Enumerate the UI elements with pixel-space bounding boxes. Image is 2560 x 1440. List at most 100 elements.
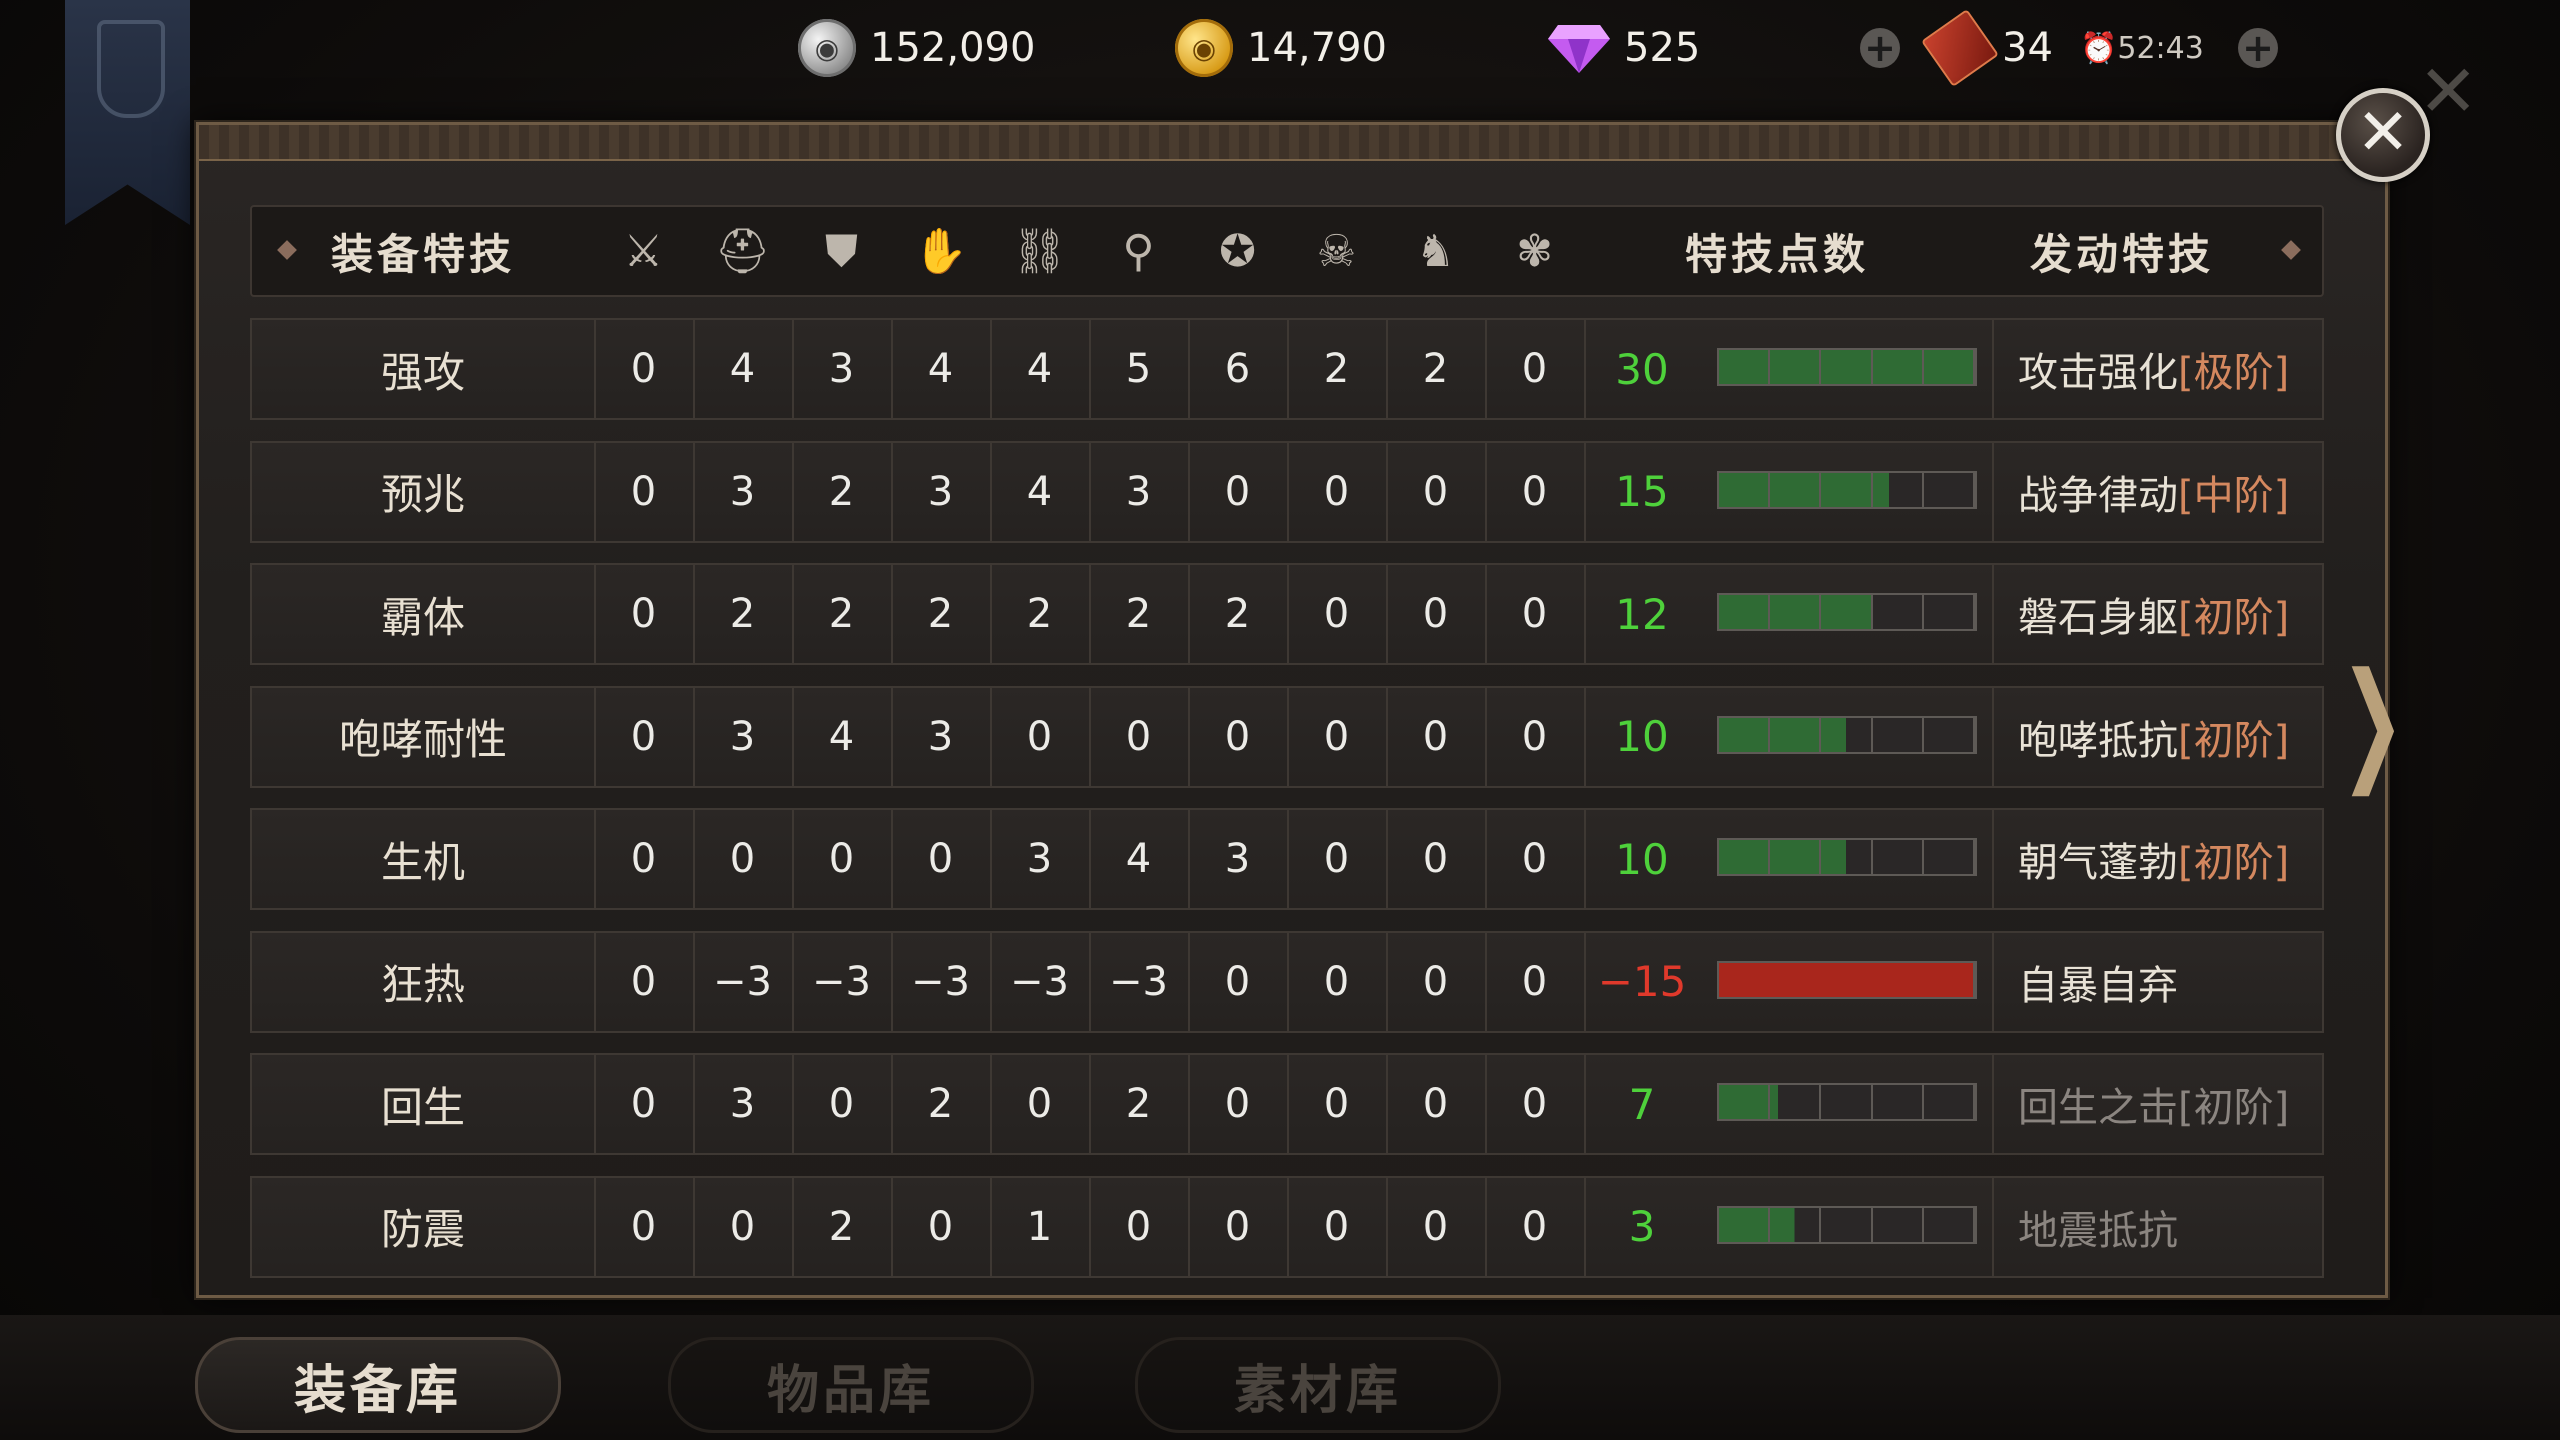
- helmet-icon: ⛑: [714, 226, 771, 277]
- activated-skill: 回生之击 [初阶]: [1992, 1055, 2322, 1153]
- activated-skill-tier: [中阶]: [2178, 472, 2290, 519]
- bar-segment: [1923, 1207, 1975, 1242]
- add-gems-button[interactable]: +: [1860, 18, 1900, 78]
- activated-skill-name: 战争律动: [2018, 472, 2178, 519]
- chest-armor-icon: ⛊: [825, 225, 858, 277]
- bar-segment: [1923, 1085, 1975, 1119]
- bar-segment: [1872, 595, 1924, 629]
- bar-segment: [1719, 840, 1771, 874]
- activated-skill: 地震抵抗: [1992, 1177, 2322, 1276]
- bar-segment: [1770, 1207, 1822, 1242]
- activated-skill-name: 磐石身躯: [2018, 595, 2178, 641]
- bar-segment: [1821, 1207, 1873, 1242]
- background-close-icon: ✕: [2418, 49, 2479, 133]
- skill-points-total: 3: [1628, 1202, 1656, 1251]
- slot-value: 3: [693, 687, 794, 786]
- table-row[interactable]: 霸体 0 2 2 2 2 2 2 0 0 0 12 磐石身躯 [初阶]: [250, 563, 2324, 665]
- slot-value: 0: [693, 1177, 794, 1276]
- slot-value: 3: [792, 320, 893, 418]
- skill-level-bar: [1717, 838, 1977, 876]
- skill-points-total: 7: [1628, 1079, 1656, 1129]
- leg-armor-icon: ⚲: [1122, 225, 1155, 277]
- slot-value: 4: [1089, 810, 1190, 908]
- slot-value: 0: [1287, 810, 1388, 908]
- slot-value: 0: [1386, 1177, 1487, 1276]
- ticket-currency: 34: [1921, 9, 2053, 87]
- slot-value: 0: [594, 1177, 695, 1276]
- tab-material-box[interactable]: 素材库: [1135, 1337, 1501, 1433]
- tab-item-box[interactable]: 物品库: [668, 1337, 1034, 1433]
- add-tickets-button[interactable]: +: [2238, 18, 2278, 78]
- slot-value: 0: [1188, 442, 1289, 541]
- table-row[interactable]: 生机 0 0 0 0 3 4 3 0 0 0 10 朝气蓬勃 [初阶]: [250, 808, 2324, 910]
- slot-value: 0: [792, 810, 893, 908]
- slot-value: 3: [1089, 442, 1190, 541]
- close-button[interactable]: ✕: [2336, 88, 2430, 182]
- slot-value: 4: [792, 687, 893, 786]
- bar-segment: [1872, 350, 1924, 384]
- slot-value: 0: [1287, 565, 1388, 663]
- next-page-arrow-icon[interactable]: ❯: [2340, 655, 2405, 785]
- activated-skill: 朝气蓬勃 [初阶]: [1992, 810, 2322, 908]
- bar-segment: [1770, 717, 1822, 752]
- slot-value: 0: [1386, 810, 1487, 908]
- table-row[interactable]: 防震 0 0 2 0 1 0 0 0 0 0 3 地震抵抗: [250, 1175, 2324, 1278]
- slot-value: 2: [792, 565, 893, 663]
- table-row[interactable]: 强攻 0 4 3 4 4 5 6 2 2 0 30 攻击强化 [极阶]: [250, 318, 2324, 420]
- charm-icon: ✪: [1219, 225, 1256, 277]
- bar-segment: [1923, 595, 1975, 629]
- skill-name: 咆哮耐性: [252, 687, 596, 786]
- bar-segment: [1872, 1085, 1924, 1119]
- slot-value: 0: [1089, 687, 1190, 786]
- skill-name: 生机: [252, 810, 596, 908]
- bar-segment: [1821, 472, 1873, 507]
- slot-value: 4: [990, 320, 1091, 418]
- table-row[interactable]: 狂热 0 −3 −3 −3 −3 −3 0 0 0 0 −15 自暴自弃: [250, 930, 2324, 1033]
- silver-amount: 152,090: [870, 25, 1036, 71]
- slot-value: −3: [792, 932, 893, 1031]
- bar-segment: [1719, 717, 1771, 752]
- tab-equipment-box[interactable]: 装备库: [195, 1337, 561, 1433]
- gold-coin-icon: ◉: [1175, 19, 1233, 77]
- ticket-timer: ⏰ 52:43: [2080, 18, 2204, 78]
- timer-value: 52:43: [2117, 30, 2204, 66]
- activated-skill-name: 攻击强化: [2018, 350, 2178, 396]
- slot-value: 0: [1287, 687, 1388, 786]
- table-row[interactable]: 预兆 0 3 2 3 4 3 0 0 0 0 15 战争律动 [中阶]: [250, 440, 2324, 543]
- activated-skill-name: 地震抵抗: [2018, 1207, 2178, 1254]
- activated-skill-tier: [初阶]: [2178, 1085, 2290, 1131]
- diamond-gem-icon: [1548, 25, 1610, 73]
- activated-skill: 战争律动 [中阶]: [1992, 442, 2322, 541]
- slot-value: 2: [1089, 565, 1190, 663]
- slot-value: 0: [1485, 1055, 1586, 1153]
- skill-points-total: −15: [1597, 957, 1687, 1006]
- activated-skill: 攻击强化 [极阶]: [1992, 320, 2322, 418]
- slot-value: 0: [594, 1055, 695, 1153]
- table-row[interactable]: 回生 0 3 0 2 0 2 0 0 0 0 7 回生之击 [初阶]: [250, 1053, 2324, 1155]
- skill-points-total: 10: [1615, 834, 1669, 884]
- bar-segment: [1719, 350, 1771, 384]
- table-row[interactable]: 咆哮耐性 0 3 4 3 0 0 0 0 0 0 10 咆哮抵抗 [初阶]: [250, 685, 2324, 788]
- slot-value: 1: [990, 1177, 1091, 1276]
- slot-value: 3: [891, 687, 992, 786]
- gem-currency: 525: [1548, 18, 1700, 78]
- slot-value: 0: [594, 687, 695, 786]
- skill-points-total: 10: [1615, 712, 1669, 761]
- slot-value: 0: [990, 687, 1091, 786]
- activated-skill: 自暴自弃: [1992, 932, 2322, 1031]
- header-points-label: 特技点数: [1684, 229, 1869, 279]
- slot-value: 3: [693, 442, 794, 541]
- slot-value: 2: [891, 565, 992, 663]
- bar-segment: [1821, 840, 1873, 874]
- slot-value: 2: [1386, 320, 1487, 418]
- bottom-tab-bar: 装备库 物品库 素材库: [0, 1315, 2560, 1440]
- close-icon: ✕: [2356, 96, 2410, 170]
- horse-icon: ♞: [1415, 225, 1456, 277]
- skill-level-bar: [1717, 348, 1977, 386]
- bar-segment: [1770, 595, 1822, 629]
- skill-points-total: 12: [1615, 589, 1669, 639]
- skill-level-bar: [1717, 470, 1977, 509]
- skill-level-bar: [1717, 960, 1977, 999]
- slot-value: 0: [1386, 932, 1487, 1031]
- slot-value: 0: [1485, 442, 1586, 541]
